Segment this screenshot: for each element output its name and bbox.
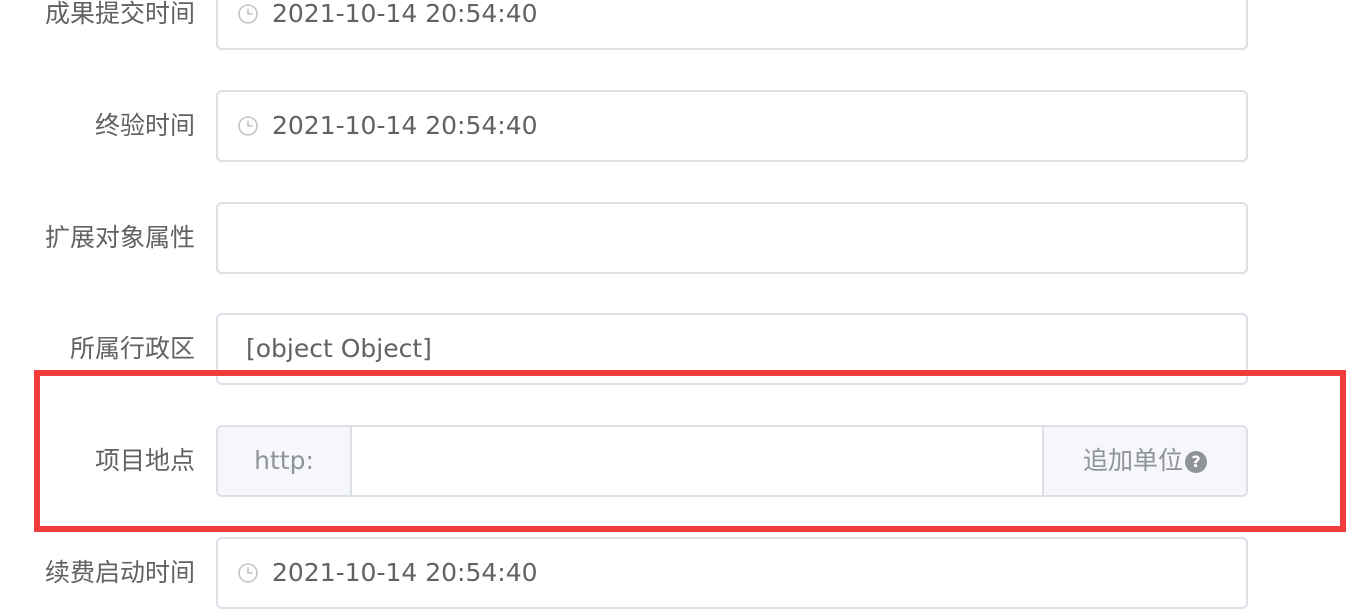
- clock-icon: [238, 563, 258, 583]
- url-prefix-addon: http:: [218, 427, 352, 495]
- submit-time-date-picker[interactable]: 2021-10-14 20:54:40: [216, 0, 1248, 50]
- form-label: 所属行政区: [69, 334, 195, 363]
- clock-icon: [238, 4, 258, 24]
- form-row-final-acceptance-time: 终验时间 2021-10-14 20:54:40: [0, 90, 1362, 162]
- administrative-region-select[interactable]: [object Object]: [216, 313, 1248, 385]
- final-acceptance-time-value: 2021-10-14 20:54:40: [272, 111, 538, 140]
- form-row-submit-time: 成果提交时间 2021-10-14 20:54:40: [0, 0, 1362, 50]
- renewal-start-time-date-picker[interactable]: 2021-10-14 20:54:40: [216, 537, 1248, 609]
- submit-time-value: 2021-10-14 20:54:40: [272, 0, 538, 28]
- form-label: 终验时间: [94, 111, 195, 140]
- form-label: 扩展对象属性: [44, 223, 195, 252]
- form-row-administrative-region: 所属行政区 [object Object]: [0, 313, 1362, 385]
- add-unit-button[interactable]: 追加单位?: [1042, 427, 1246, 495]
- administrative-region-value: [object Object]: [246, 334, 432, 363]
- add-unit-label: 追加单位: [1082, 446, 1183, 475]
- renewal-start-time-value: 2021-10-14 20:54:40: [272, 558, 538, 587]
- form-row-renewal-start-time: 续费启动时间 2021-10-14 20:54:40: [0, 537, 1362, 609]
- final-acceptance-time-date-picker[interactable]: 2021-10-14 20:54:40: [216, 90, 1248, 162]
- extended-object-attributes-input[interactable]: [216, 202, 1248, 274]
- form-page: 成果提交时间 2021-10-14 20:54:40 终验时间 2021-10-…: [0, 0, 1362, 612]
- form-label: 项目地点: [94, 446, 195, 475]
- clock-icon: [238, 116, 258, 136]
- question-circle-icon[interactable]: ?: [1185, 451, 1207, 473]
- project-location-input[interactable]: [352, 427, 1042, 495]
- project-location-input-group: http: 追加单位?: [216, 425, 1248, 497]
- form-label: 续费启动时间: [44, 558, 195, 587]
- form-row-extended-object-attributes: 扩展对象属性: [0, 202, 1362, 274]
- form-row-project-location: 项目地点 http: 追加单位?: [0, 425, 1362, 497]
- form-label: 成果提交时间: [44, 0, 195, 28]
